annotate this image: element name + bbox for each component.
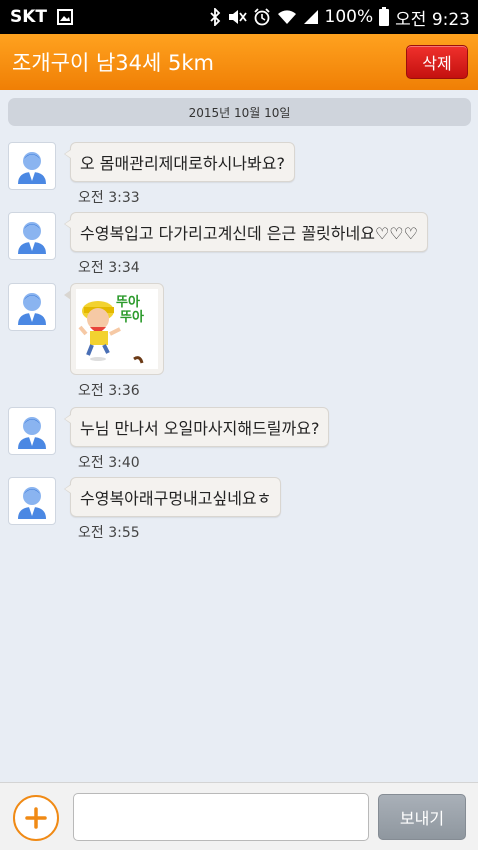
avatar[interactable]	[8, 477, 56, 525]
status-bar: SKT 100% 오전 9:23	[0, 0, 478, 34]
carrier-label: SKT	[10, 7, 48, 27]
battery-icon	[379, 6, 390, 26]
avatar[interactable]	[8, 283, 56, 331]
avatar[interactable]	[8, 142, 56, 190]
message-input-bar: 보내기	[0, 782, 478, 850]
avatar[interactable]	[8, 212, 56, 260]
message-input[interactable]	[73, 793, 369, 841]
signal-icon	[303, 9, 319, 25]
chat-title: 조개구이 남34세 5km	[12, 51, 214, 75]
delete-button[interactable]: 삭제	[406, 45, 468, 79]
bluetooth-icon	[209, 8, 221, 26]
message-bubble[interactable]: 수영복입고 다가리고계신데 은근 꼴릿하네요♡♡♡	[64, 212, 428, 252]
battery-percent: 100%	[324, 7, 374, 27]
user-avatar-icon	[18, 487, 46, 519]
message-time: 오전 3:40	[78, 455, 140, 471]
attach-button[interactable]	[13, 795, 59, 841]
clock: 오전 9:23	[395, 9, 470, 30]
chat-header: 조개구이 남34세 5km 삭제	[0, 34, 478, 90]
message-time: 오전 3:36	[78, 383, 140, 399]
plus-icon	[25, 807, 47, 829]
sticker-bubble[interactable]: 뚜아 뚜아	[64, 283, 164, 375]
sticker-image: 뚜아 뚜아	[76, 289, 158, 369]
alarm-icon	[253, 8, 271, 26]
user-avatar-icon	[18, 152, 46, 184]
svg-text:뚜아: 뚜아	[116, 294, 140, 310]
message-time: 오전 3:55	[78, 525, 140, 541]
message-time: 오전 3:34	[78, 260, 140, 276]
svg-text:뚜아: 뚜아	[120, 309, 144, 325]
mute-icon	[227, 8, 247, 26]
message-bubble[interactable]: 오 몸매관리제대로하시나봐요?	[64, 142, 295, 182]
user-avatar-icon	[18, 293, 46, 325]
user-avatar-icon	[18, 417, 46, 449]
gallery-notification-icon	[57, 9, 74, 25]
send-button[interactable]: 보내기	[378, 794, 466, 840]
message-bubble[interactable]: 수영복아래구멍내고싶네요ㅎ	[63, 477, 282, 517]
avatar[interactable]	[8, 407, 56, 455]
message-time: 오전 3:33	[78, 190, 140, 206]
date-separator: 2015년 10월 10일	[8, 98, 471, 126]
user-avatar-icon	[18, 222, 46, 254]
wifi-icon	[277, 8, 297, 26]
message-bubble[interactable]: 누님 만나서 오일마사지해드릴까요?	[63, 407, 330, 447]
